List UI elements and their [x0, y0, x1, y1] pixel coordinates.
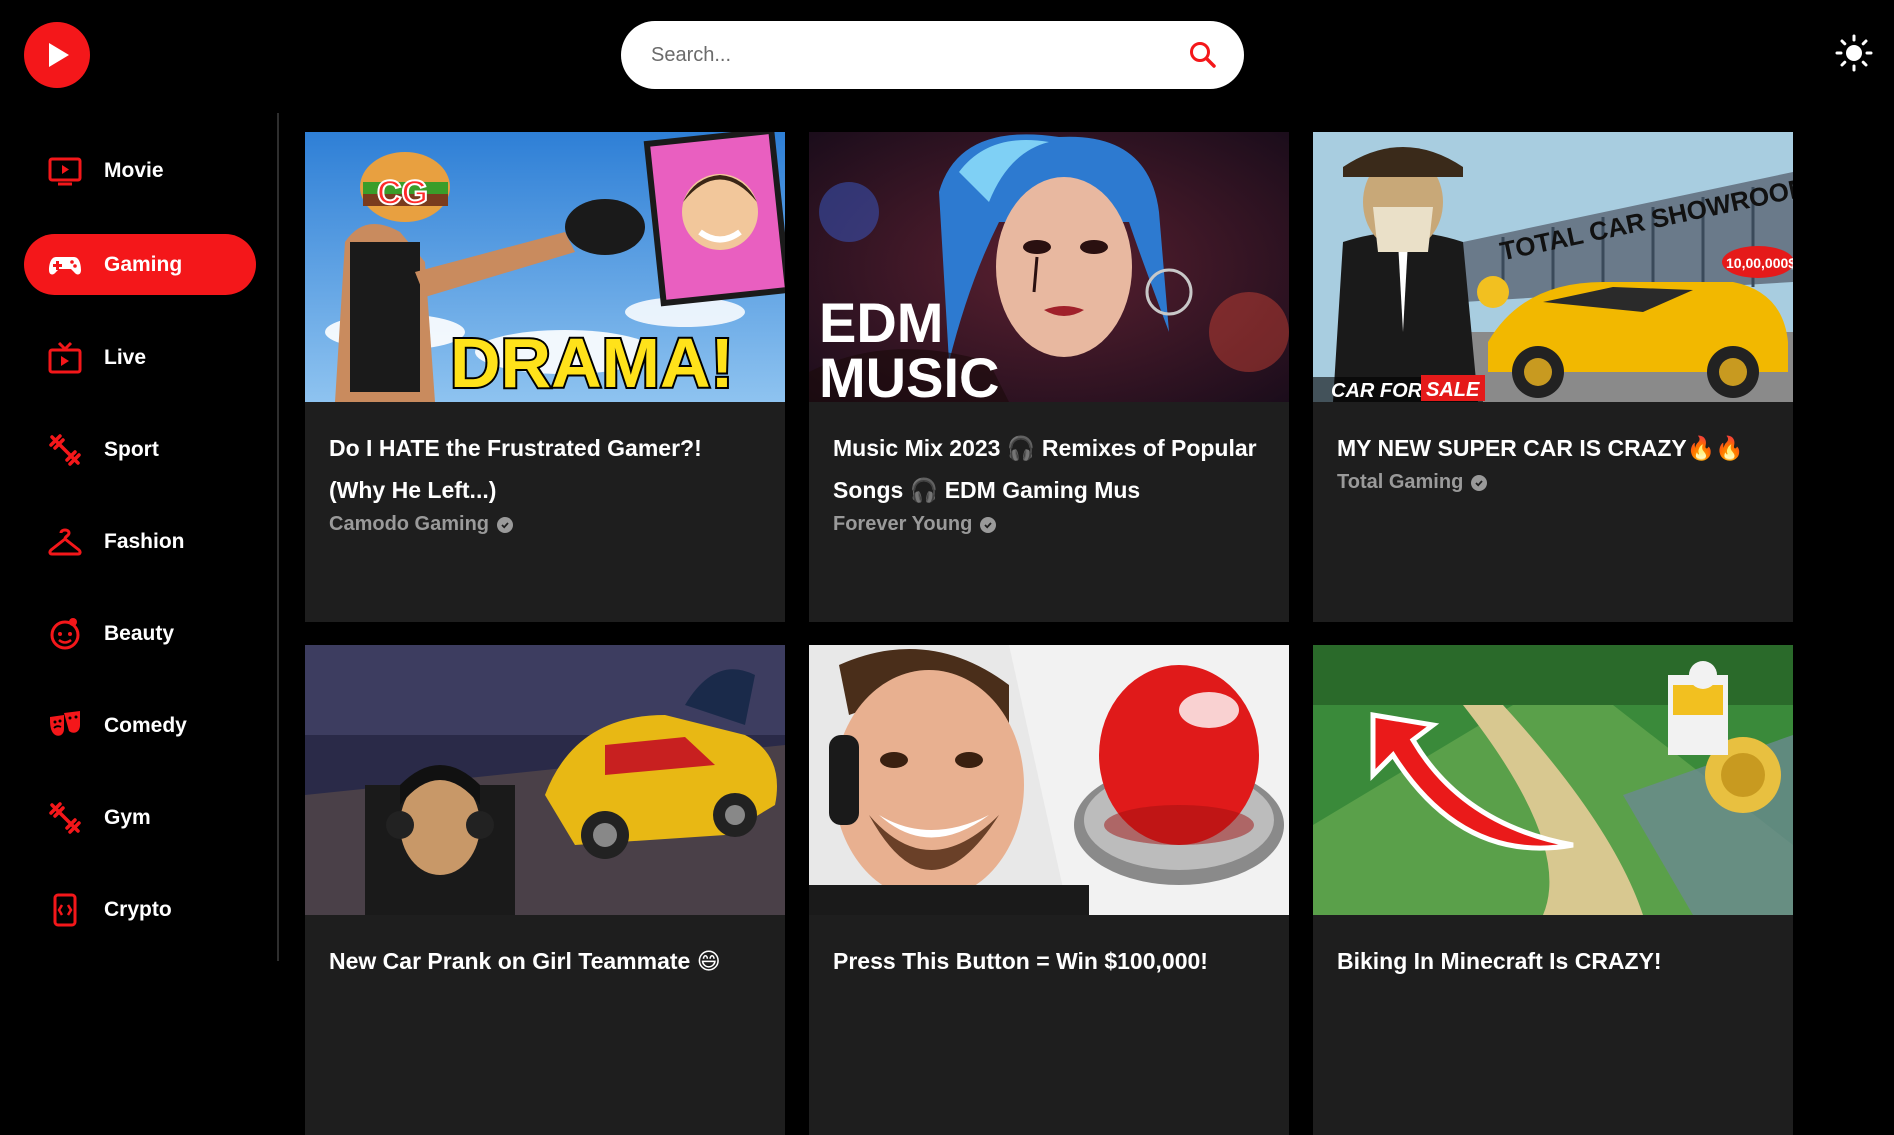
video-thumbnail[interactable]: TOTAL CAR SHOWROOM 10,00,000$ CAR FOR SA…: [1313, 132, 1793, 402]
tv-play-icon: [48, 154, 82, 188]
theater-masks-icon: [48, 709, 82, 743]
dumbbell-icon: [48, 801, 82, 835]
thumb-text: DRAMA!: [450, 324, 734, 402]
sidebar-item-fashion[interactable]: Fashion: [24, 511, 256, 572]
gamepad-icon: [48, 248, 82, 282]
thumb-text: CAR FOR: [1331, 380, 1423, 402]
sidebar-item-label: Gaming: [104, 252, 183, 276]
video-thumbnail[interactable]: [305, 645, 785, 915]
play-logo-icon: [49, 43, 69, 67]
sidebar-item-label: Live: [104, 345, 147, 369]
verified-check-icon: [1471, 474, 1488, 491]
channel-name[interactable]: Forever Young: [833, 513, 1265, 536]
video-thumbnail[interactable]: [809, 645, 1289, 915]
search-icon: [1190, 42, 1216, 68]
channel-label: Total Gaming: [1337, 471, 1464, 493]
channel-name[interactable]: Total Gaming: [1337, 471, 1769, 494]
sidebar: Movie Gaming Live Sport Fashion Beauty C…: [0, 113, 279, 961]
search-bar: [621, 21, 1244, 89]
sidebar-item-label: Movie: [104, 158, 164, 182]
sidebar-item-label: Comedy: [104, 713, 187, 737]
channel-name[interactable]: Camodo Gaming: [329, 513, 761, 536]
phone-code-icon: [48, 893, 82, 927]
channel-label: Forever Young: [833, 513, 973, 535]
sidebar-item-sport[interactable]: Sport: [24, 419, 256, 480]
video-card[interactable]: Press This Button = Win $100,000!: [809, 645, 1289, 1135]
sidebar-item-label: Fashion: [104, 529, 185, 553]
sidebar-item-label: Beauty: [104, 621, 175, 645]
sidebar-item-gaming[interactable]: Gaming: [24, 234, 256, 295]
sidebar-item-label: Gym: [104, 805, 151, 829]
sidebar-item-label: Sport: [104, 437, 159, 461]
channel-label: Camodo Gaming: [329, 513, 490, 535]
sidebar-item-crypto[interactable]: Crypto: [24, 879, 256, 940]
video-title[interactable]: MY NEW SUPER CAR IS CRAZY🔥🔥: [1337, 427, 1769, 469]
sidebar-item-movie[interactable]: Movie: [24, 140, 256, 201]
video-title[interactable]: Biking In Minecraft Is CRAZY!: [1337, 940, 1769, 982]
video-thumbnail[interactable]: EDM MUSIC: [809, 132, 1289, 402]
sidebar-item-live[interactable]: Live: [24, 327, 256, 388]
thumb-text: CG: [377, 174, 428, 212]
video-title[interactable]: New Car Prank on Girl Teammate 😄: [329, 940, 761, 982]
video-card[interactable]: New Car Prank on Girl Teammate 😄: [305, 645, 785, 1135]
dumbbell-icon: [48, 433, 82, 467]
live-tv-icon: [48, 341, 82, 375]
face-icon: [48, 617, 82, 651]
sidebar-item-gym[interactable]: Gym: [24, 787, 256, 848]
hanger-icon: [48, 525, 82, 559]
video-card[interactable]: EDM MUSIC Music Mix 2023 🎧 Remixes of Po…: [809, 132, 1289, 622]
search-input[interactable]: [649, 42, 1186, 68]
thumb-text: SALE: [1426, 379, 1480, 401]
video-title[interactable]: Music Mix 2023 🎧 Remixes of Popular Song…: [833, 427, 1265, 511]
video-card[interactable]: TOTAL CAR SHOWROOM 10,00,000$ CAR FOR SA…: [1313, 132, 1793, 622]
video-thumbnail[interactable]: [1313, 645, 1793, 915]
video-title[interactable]: Do I HATE the Frustrated Gamer?! (Why He…: [329, 427, 761, 511]
sidebar-item-comedy[interactable]: Comedy: [24, 695, 256, 756]
theme-toggle-button[interactable]: [1834, 33, 1874, 73]
search-button[interactable]: [1186, 38, 1220, 72]
video-card[interactable]: Biking In Minecraft Is CRAZY!: [1313, 645, 1793, 1135]
verified-check-icon: [980, 516, 997, 533]
thumb-text: 10,00,000$: [1726, 255, 1793, 271]
logo-home-button[interactable]: [24, 22, 90, 88]
sun-icon: [1835, 34, 1873, 72]
video-thumbnail[interactable]: CG DRAMA!: [305, 132, 785, 402]
verified-check-icon: [497, 516, 514, 533]
video-title[interactable]: Press This Button = Win $100,000!: [833, 940, 1265, 982]
video-card[interactable]: CG DRAMA! Do I HATE the Frustrated Gamer…: [305, 132, 785, 622]
sidebar-item-beauty[interactable]: Beauty: [24, 603, 256, 664]
thumb-text: MUSIC: [819, 346, 999, 402]
sidebar-item-label: Crypto: [104, 897, 172, 921]
thumb-text: EDM: [819, 291, 943, 354]
